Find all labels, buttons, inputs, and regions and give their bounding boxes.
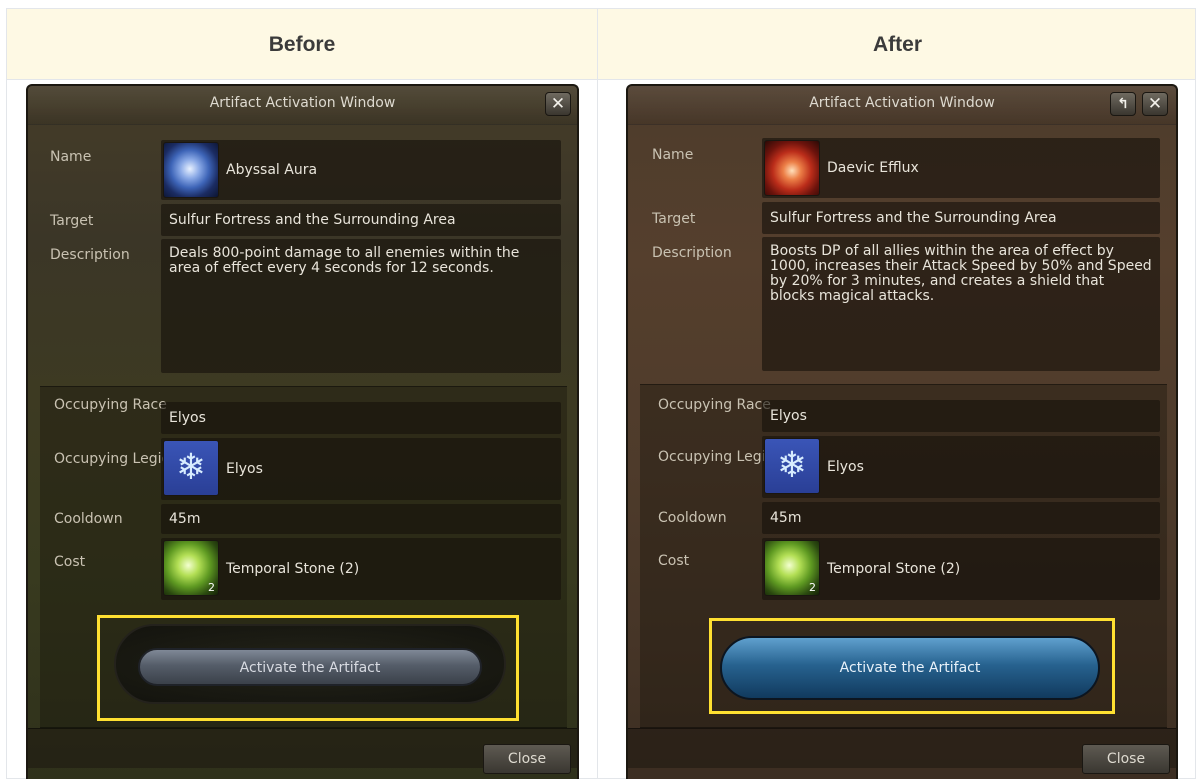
legion-emblem-icon[interactable]: [764, 438, 820, 494]
restore-icon[interactable]: ↰: [1110, 92, 1136, 116]
cost-value: Temporal Stone (2): [226, 561, 360, 577]
before-header: Before: [268, 33, 336, 56]
cost-label: Cost: [658, 553, 690, 569]
cooldown-field: 45m: [762, 502, 1160, 534]
target-label: Target: [652, 211, 696, 227]
cooldown-field: 45m: [161, 504, 561, 534]
occupying-legion-value: Elyos: [226, 461, 263, 477]
occupying-race-value: Elyos: [169, 410, 206, 426]
target-field: Sulfur Fortress and the Surrounding Area: [161, 204, 561, 236]
name-label: Name: [652, 147, 694, 163]
cooldown-value: 45m: [169, 511, 201, 527]
cooldown-label: Cooldown: [658, 510, 727, 526]
occupying-race-field: Elyos: [161, 402, 561, 434]
cost-field: Temporal Stone (2): [161, 538, 561, 600]
name-label: Name: [50, 149, 92, 165]
column-divider: [597, 9, 598, 778]
occupying-race-label: Occupying Race: [54, 397, 167, 413]
window-title: Artifact Activation Window: [209, 95, 396, 111]
close-x-button[interactable]: ✕: [545, 92, 571, 116]
window-title: Artifact Activation Window: [809, 95, 995, 111]
description-field: Boosts DP of all allies within the area …: [762, 237, 1160, 371]
temporal-stone-icon[interactable]: [163, 540, 219, 596]
name-value: Abyssal Aura: [226, 162, 318, 178]
highlight-box-before: [97, 615, 519, 721]
description-label: Description: [50, 247, 130, 263]
close-button[interactable]: Close: [483, 744, 571, 774]
temporal-stone-icon[interactable]: [764, 540, 820, 596]
legion-emblem-icon[interactable]: [163, 440, 219, 496]
occupying-race-field: Elyos: [762, 400, 1160, 432]
cooldown-label: Cooldown: [54, 511, 123, 527]
abyssal-aura-icon[interactable]: [163, 142, 219, 198]
occupying-race-value: Elyos: [770, 408, 807, 424]
close-x-button[interactable]: ✕: [1142, 92, 1168, 116]
cost-value: Temporal Stone (2): [827, 561, 961, 577]
name-value: Daevic Efflux: [827, 160, 919, 176]
description-field: Deals 800-point damage to all enemies wi…: [161, 239, 561, 373]
daevic-efflux-icon[interactable]: [764, 140, 820, 196]
occupying-legion-field: Elyos: [161, 438, 561, 500]
close-button[interactable]: Close: [1082, 744, 1170, 774]
occupying-legion-value: Elyos: [827, 459, 864, 475]
cost-field: Temporal Stone (2): [762, 538, 1160, 600]
after-header: After: [872, 33, 922, 56]
target-value: Sulfur Fortress and the Surrounding Area: [770, 210, 1057, 226]
name-field: Abyssal Aura: [161, 140, 561, 200]
target-value: Sulfur Fortress and the Surrounding Area: [169, 212, 456, 228]
description-label: Description: [652, 245, 732, 261]
name-field: Daevic Efflux: [762, 138, 1160, 198]
target-field: Sulfur Fortress and the Surrounding Area: [762, 202, 1160, 234]
target-label: Target: [50, 213, 94, 229]
occupying-legion-field: Elyos: [762, 436, 1160, 498]
cost-label: Cost: [54, 554, 86, 570]
occupying-race-label: Occupying Race: [658, 397, 771, 413]
highlight-box-after: [709, 618, 1115, 714]
cooldown-value: 45m: [770, 510, 802, 526]
